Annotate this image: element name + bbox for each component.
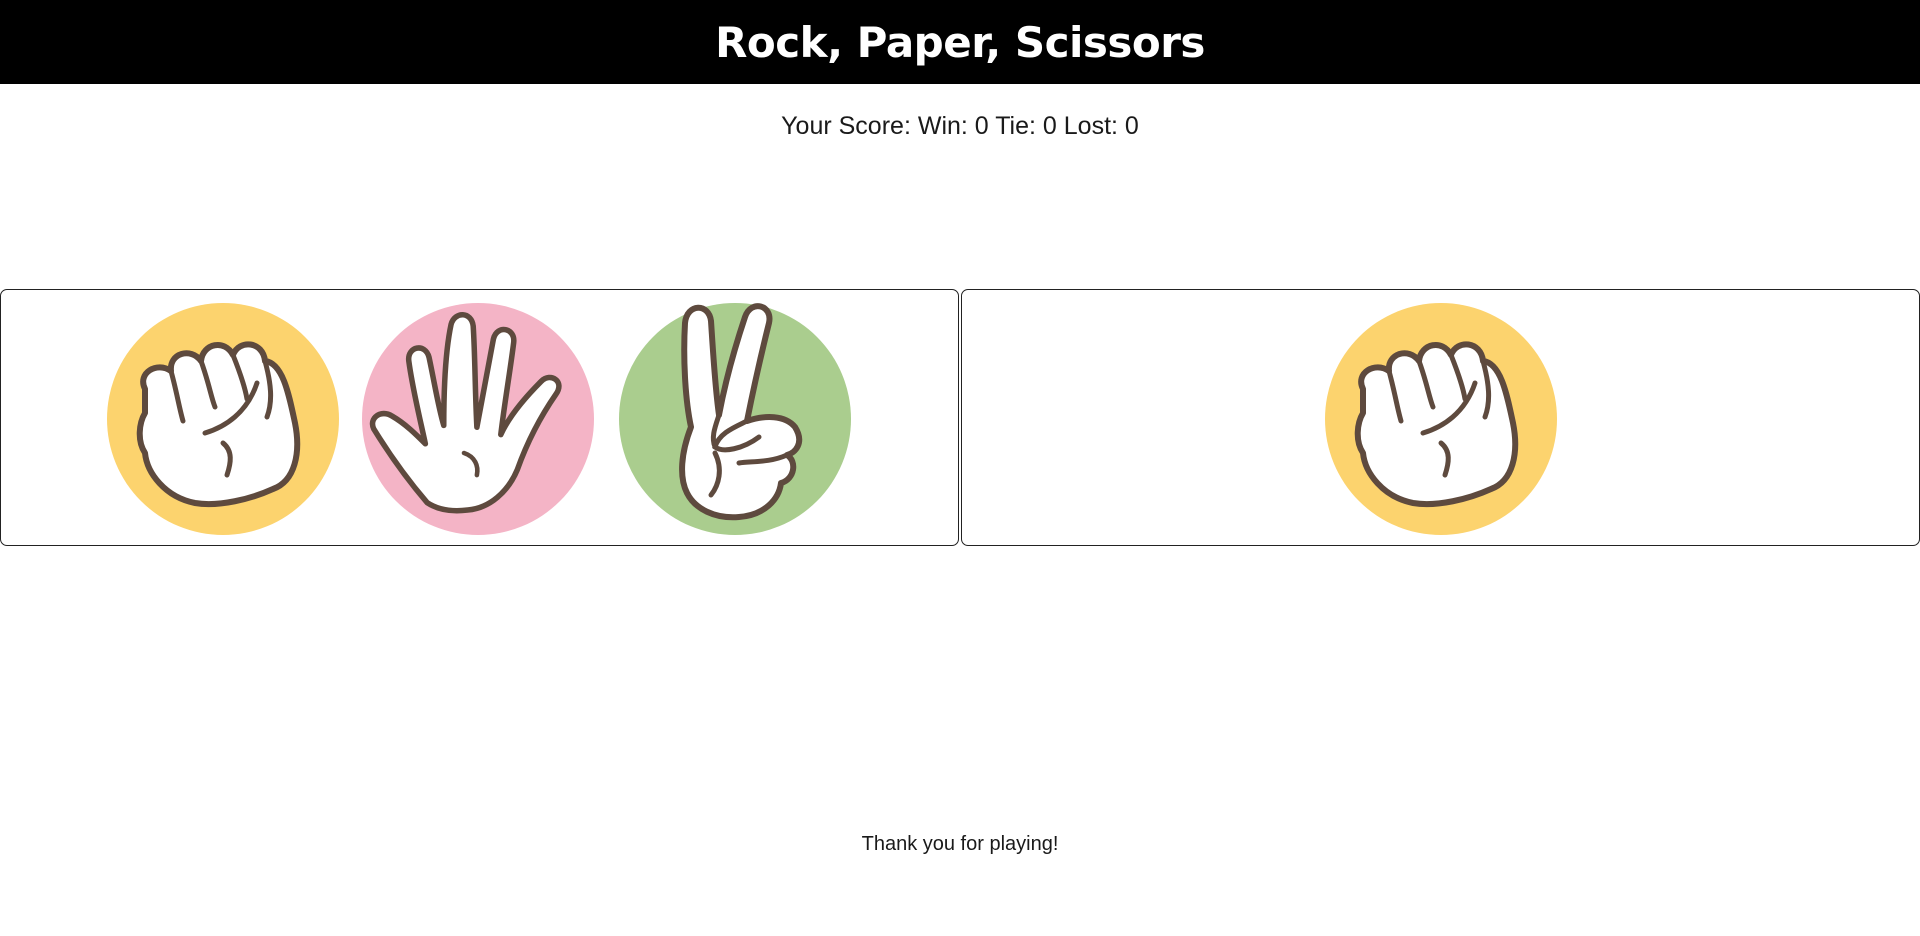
rock-hand-icon (1325, 303, 1557, 535)
page-title: Rock, Paper, Scissors (715, 17, 1205, 67)
scissors-hand-icon (619, 303, 851, 535)
footer-message: Thank you for playing! (861, 833, 1059, 855)
scissors-button[interactable] (619, 303, 851, 535)
score-prefix: Your Score: (781, 112, 911, 140)
paper-button[interactable] (362, 303, 594, 535)
win-label: Win: (917, 112, 968, 140)
app-header: Rock, Paper, Scissors (0, 0, 1920, 84)
lost-label: Lost: (1063, 112, 1118, 140)
rock-button[interactable] (107, 303, 339, 535)
player-choices-panel (0, 289, 959, 546)
computer-choice-panel (961, 289, 1920, 546)
win-count: 0 (974, 112, 989, 140)
tie-label: Tie: (995, 112, 1036, 140)
rock-hand-icon (107, 303, 339, 535)
score-board: Your Score: Win: 0 Tie: 0 Lost: 0 (0, 110, 1920, 142)
lost-count: 0 (1124, 112, 1139, 140)
paper-hand-icon (362, 303, 594, 535)
tie-count: 0 (1042, 112, 1057, 140)
computer-choice (1325, 303, 1557, 535)
